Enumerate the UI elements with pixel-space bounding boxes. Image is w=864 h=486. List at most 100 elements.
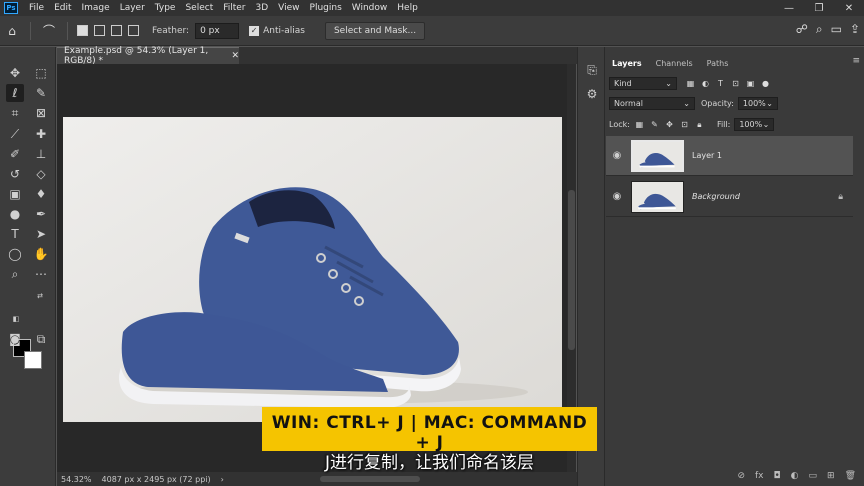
menu-view[interactable]: View xyxy=(273,3,304,13)
menu-plugins[interactable]: Plugins xyxy=(305,3,347,13)
eyedropper-tool-icon[interactable]: ⟋ xyxy=(6,125,24,143)
workspace-icon[interactable]: ▭ xyxy=(831,22,842,37)
menu-window[interactable]: Window xyxy=(347,3,393,13)
zoom-level[interactable]: 54.32% xyxy=(61,475,92,484)
history-brush-icon[interactable]: ↺ xyxy=(6,165,24,183)
layer-row-layer-1[interactable]: ◉ Layer 1 xyxy=(606,136,853,176)
hand-tool-icon[interactable]: ✋ xyxy=(32,245,50,263)
layer-row-background[interactable]: ◉ Background 🔒︎ xyxy=(606,177,853,217)
layer-name[interactable]: Layer 1 xyxy=(692,151,722,160)
tab-paths[interactable]: Paths xyxy=(700,57,736,70)
fill-input[interactable]: 100% ⌄ xyxy=(734,118,775,131)
new-layer-icon[interactable]: ⊞ xyxy=(827,471,835,481)
select-and-mask-button[interactable]: Select and Mask... xyxy=(324,21,426,40)
adjustments-panel-icon[interactable]: ⚙ xyxy=(583,85,601,103)
close-tab-icon[interactable]: ✕ xyxy=(231,51,239,61)
visibility-eye-icon[interactable]: ◉ xyxy=(609,191,625,202)
panel-menu-icon[interactable]: ≡ xyxy=(852,56,860,66)
menu-edit[interactable]: Edit xyxy=(49,3,76,13)
eraser-tool-icon[interactable]: ◇ xyxy=(32,165,50,183)
menu-filter[interactable]: Filter xyxy=(218,3,250,13)
tab-channels[interactable]: Channels xyxy=(649,57,700,70)
menu-file[interactable]: File xyxy=(24,3,49,13)
menu-type[interactable]: Type xyxy=(150,3,181,13)
visibility-eye-icon[interactable]: ◉ xyxy=(609,150,625,161)
search-icon[interactable]: ⌕ xyxy=(816,22,823,37)
document-info: 4087 px x 2495 px (72 ppi) xyxy=(101,474,211,484)
gradient-tool-icon[interactable]: ▣ xyxy=(6,185,24,203)
link-layers-icon[interactable]: ⊘ xyxy=(737,471,745,481)
restore-button[interactable]: ❐ xyxy=(804,0,834,16)
lock-artboard-icon[interactable]: ⊡ xyxy=(679,119,690,130)
background-color-swatch[interactable] xyxy=(24,351,42,369)
menu-3d[interactable]: 3D xyxy=(251,3,274,13)
filter-toggle-icon[interactable]: ● xyxy=(760,78,771,89)
lock-image-icon[interactable]: ✎ xyxy=(649,119,660,130)
frame-tool-icon[interactable]: ⊠ xyxy=(32,104,50,122)
menu-image[interactable]: Image xyxy=(77,3,115,13)
more-tools-icon[interactable]: ⋯ xyxy=(32,265,50,283)
delete-layer-icon[interactable]: 🗑︎ xyxy=(845,471,856,481)
dodge-tool-icon[interactable]: ● xyxy=(6,205,24,223)
kind-filter-dropdown[interactable]: Kind ⌄ xyxy=(609,77,677,90)
feather-input[interactable]: 0 px xyxy=(195,22,240,39)
adjustment-filter-icon[interactable]: ◐ xyxy=(700,78,711,89)
add-to-selection-icon[interactable] xyxy=(94,25,105,36)
add-mask-icon[interactable]: ◘ xyxy=(774,471,781,481)
antialias-checkbox[interactable]: ✓ xyxy=(249,25,260,36)
adjustment-layer-icon[interactable]: ◐ xyxy=(791,471,799,481)
minimize-button[interactable]: — xyxy=(774,0,804,16)
lasso-preset-icon[interactable]: ⌒ xyxy=(41,23,57,39)
move-tool-icon[interactable]: ✥ xyxy=(6,64,24,82)
ellipse-tool-icon[interactable]: ◯ xyxy=(6,245,24,263)
home-icon[interactable]: ⌂ xyxy=(4,23,20,39)
healing-brush-icon[interactable]: ✚ xyxy=(32,125,50,143)
smart-object-filter-icon[interactable]: ▣ xyxy=(745,78,756,89)
lock-position-icon[interactable]: ✥ xyxy=(664,119,675,130)
lock-icon: 🔒︎ xyxy=(838,191,843,202)
share-doc-icon[interactable]: ⇪ xyxy=(850,22,860,37)
menu-select[interactable]: Select xyxy=(180,3,218,13)
menu-help[interactable]: Help xyxy=(392,3,423,13)
screen-mode-icon[interactable]: ⧉ xyxy=(32,330,50,348)
crop-tool-icon[interactable]: ⌗ xyxy=(6,104,24,122)
chevron-down-icon: ⌄ xyxy=(683,99,690,108)
vertical-scroll-thumb[interactable] xyxy=(568,190,575,350)
type-tool-icon[interactable]: T xyxy=(6,225,24,243)
tab-layers[interactable]: Layers xyxy=(605,57,649,70)
type-filter-icon[interactable]: T xyxy=(715,78,726,89)
share-icon[interactable]: ☍ xyxy=(796,22,808,37)
zoom-tool-icon[interactable]: ⌕ xyxy=(6,265,24,283)
shoe-photo[interactable] xyxy=(63,117,562,422)
quick-selection-icon[interactable]: ✎ xyxy=(32,84,50,102)
document-tab[interactable]: Example.psd @ 54.3% (Layer 1, RGB/8) * ✕ xyxy=(57,46,239,66)
close-window-button[interactable]: ✕ xyxy=(834,0,864,16)
path-selection-icon[interactable]: ➤ xyxy=(32,225,50,243)
clone-stamp-icon[interactable]: ⊥ xyxy=(32,145,50,163)
separator xyxy=(30,21,31,40)
blur-tool-icon[interactable]: ♦ xyxy=(32,185,50,203)
lasso-tool-icon[interactable]: ℓ xyxy=(6,84,24,102)
brush-tool-icon[interactable]: ✐ xyxy=(6,145,24,163)
lock-transparent-icon[interactable]: ▦ xyxy=(634,119,645,130)
new-selection-icon[interactable] xyxy=(77,25,88,36)
layer-style-icon[interactable]: fx xyxy=(755,471,764,481)
pen-tool-icon[interactable]: ✒ xyxy=(32,205,50,223)
horizontal-scroll-thumb[interactable] xyxy=(320,476,420,482)
shape-filter-icon[interactable]: ⊡ xyxy=(730,78,741,89)
default-colors-icon[interactable]: ◧ xyxy=(12,315,20,323)
history-panel-icon[interactable]: ⎘ xyxy=(583,61,601,79)
info-arrow-icon[interactable]: › xyxy=(221,475,224,484)
lock-all-icon[interactable]: 🔒︎ xyxy=(694,119,705,130)
layer-name[interactable]: Background xyxy=(692,192,740,201)
menu-layer[interactable]: Layer xyxy=(115,3,150,13)
group-icon[interactable]: ▭ xyxy=(809,471,818,481)
quick-mask-icon[interactable]: ◙ xyxy=(6,330,24,348)
intersect-selection-icon[interactable] xyxy=(128,25,139,36)
opacity-input[interactable]: 100% ⌄ xyxy=(737,97,778,110)
blend-mode-dropdown[interactable]: Normal ⌄ xyxy=(609,97,695,110)
subtract-from-selection-icon[interactable] xyxy=(111,25,122,36)
swap-colors-icon[interactable]: ⇄ xyxy=(36,292,44,300)
marquee-tool-icon[interactable]: ⬚ xyxy=(32,64,50,82)
pixel-filter-icon[interactable]: ▦ xyxy=(685,78,696,89)
